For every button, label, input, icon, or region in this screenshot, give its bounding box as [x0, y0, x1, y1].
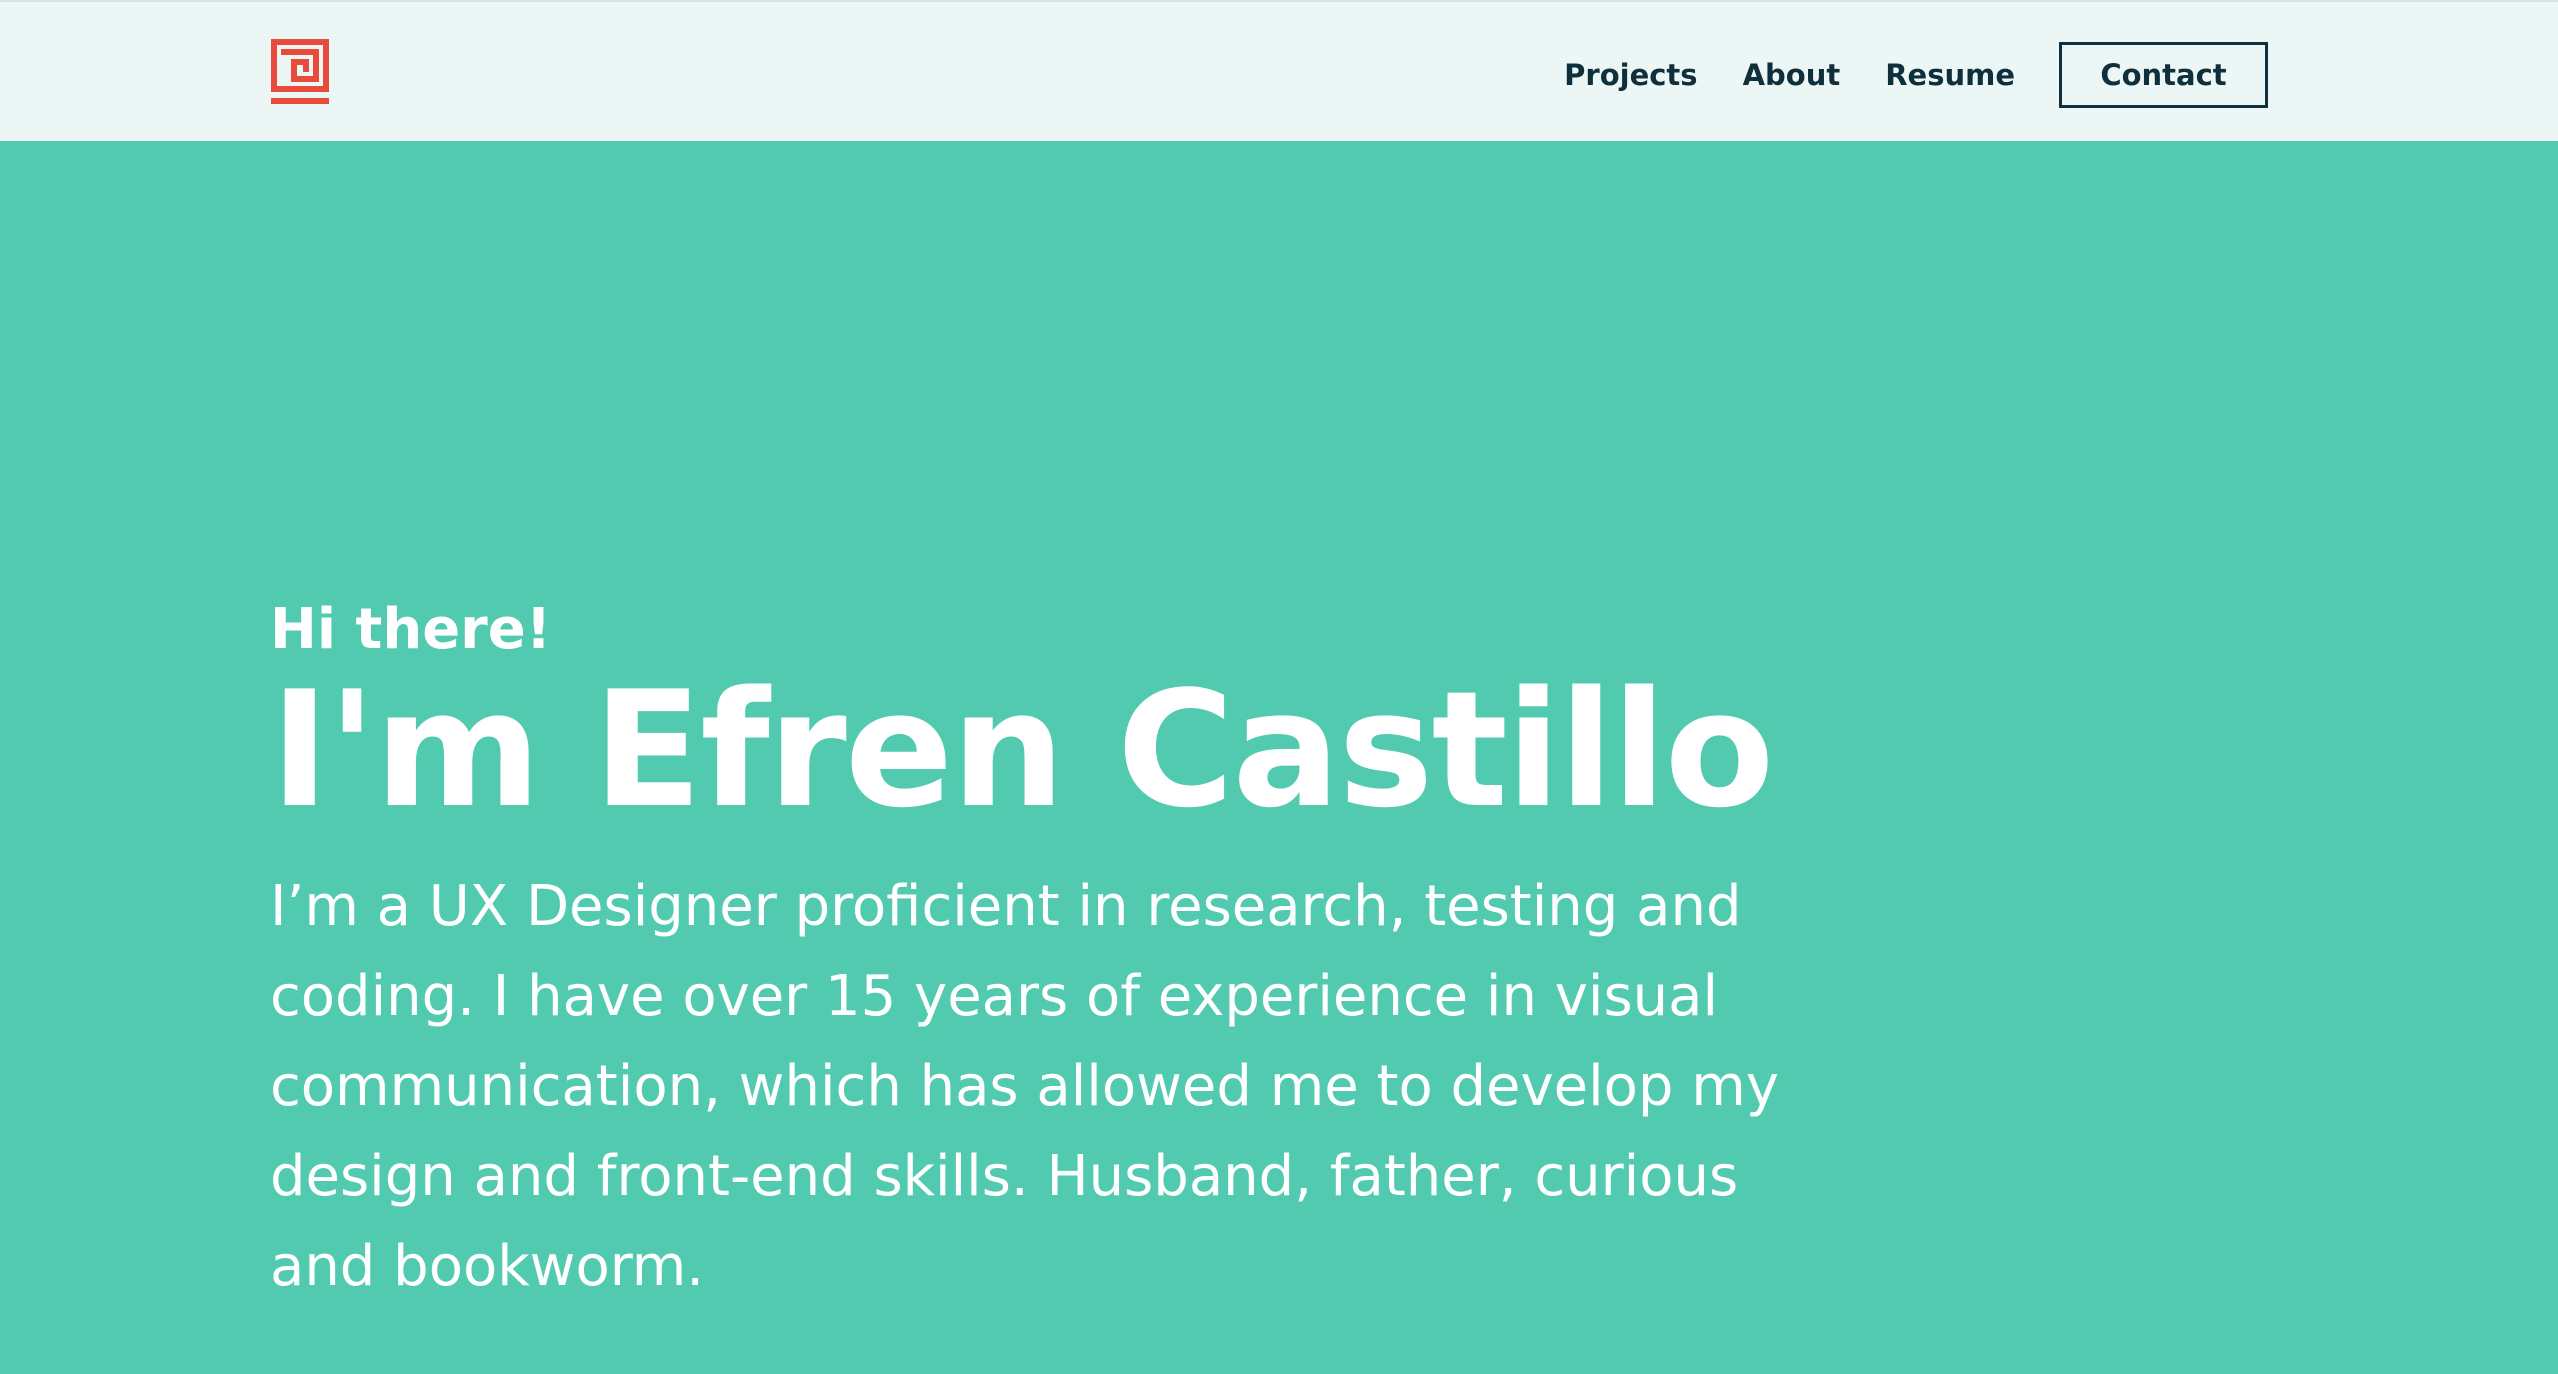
logo-icon[interactable] [271, 39, 329, 104]
hero-description: I’m a UX Designer proficient in research… [270, 874, 1779, 1299]
main-navigation: Projects About Resume Contact [1564, 42, 2268, 108]
hero-title: I'm Efren Castillo [270, 656, 1774, 843]
hero-section: Hi there! I'm Efren Castillo I’m a UX De… [270, 590, 2170, 1312]
page: Projects About Resume Contact Hi there! … [0, 0, 2558, 1374]
spiral-square-logo-icon [271, 39, 329, 104]
top-navbar: Projects About Resume Contact [0, 0, 2558, 141]
nav-link-resume[interactable]: Resume [1885, 58, 2015, 92]
contact-button-label: Contact [2100, 58, 2227, 92]
nav-link-about[interactable]: About [1743, 58, 1841, 92]
contact-button[interactable]: Contact [2059, 42, 2268, 108]
nav-link-projects[interactable]: Projects [1564, 58, 1697, 92]
